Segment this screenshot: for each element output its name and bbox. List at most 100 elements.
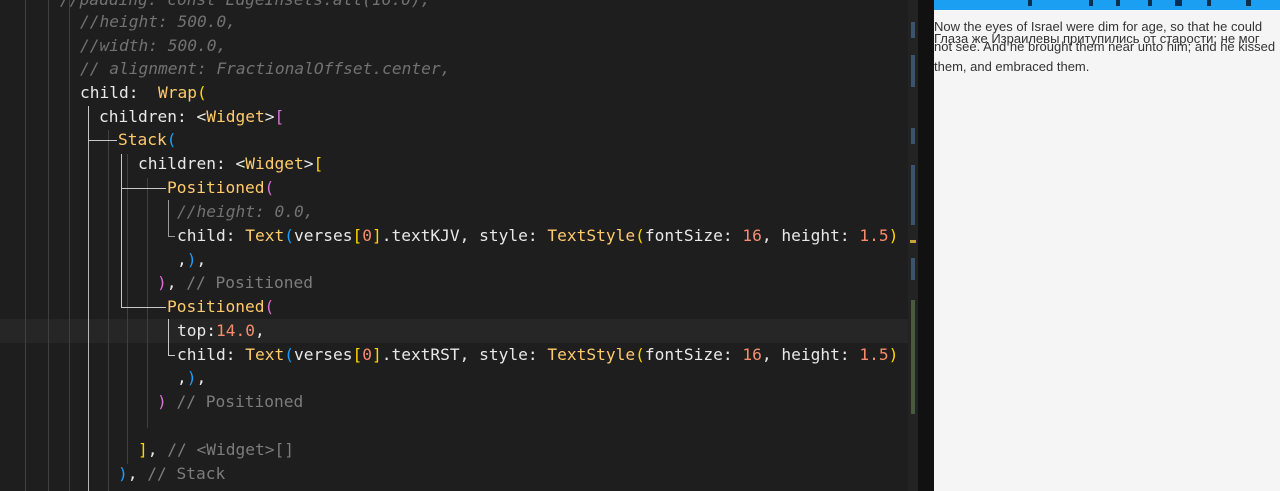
- code-token: ): [157, 273, 167, 292]
- code-editor[interactable]: //padding: const EdgeInsets.all(16.0), /…: [0, 0, 918, 491]
- code-token: 0: [362, 226, 372, 245]
- code-line[interactable]: Positioned(: [167, 176, 274, 200]
- code-line[interactable]: children: <Widget>[: [99, 105, 284, 129]
- app-bar-icon[interactable]: [1175, 0, 1182, 6]
- code-line[interactable]: child: Wrap(: [80, 81, 207, 105]
- code-line[interactable]: // alignment: FractionalOffset.center,: [80, 57, 450, 81]
- code-token: (: [264, 297, 275, 316]
- code-token: [: [352, 345, 363, 364]
- code-token: style:: [479, 226, 538, 245]
- code-token: (: [166, 130, 177, 149]
- code-token: [: [274, 107, 285, 126]
- code-token: fontSize:: [644, 345, 733, 364]
- code-token: (: [635, 345, 645, 364]
- code-token: (: [284, 226, 294, 245]
- code-token: ): [186, 250, 197, 269]
- app-bar: [934, 0, 1280, 10]
- code-line[interactable]: //height: 500.0,: [80, 10, 236, 34]
- code-token: //height: 500.0,: [80, 12, 236, 31]
- app-bar-icon[interactable]: [1028, 0, 1032, 6]
- code-token: ,: [147, 440, 168, 459]
- code-token: ,: [761, 345, 782, 364]
- code-token: Text: [245, 345, 285, 364]
- code-line[interactable]: ], // <Widget>[]: [138, 438, 294, 462]
- app-bar-icon[interactable]: [1089, 0, 1093, 6]
- scrollbar-change-marker: [911, 165, 915, 225]
- code-line[interactable]: Stack(: [118, 128, 176, 152]
- code-token: [: [352, 226, 363, 245]
- panel-divider[interactable]: [918, 0, 934, 491]
- code-line[interactable]: ,),: [177, 248, 206, 272]
- indent-guide-active: [88, 106, 89, 491]
- code-token: ): [157, 392, 167, 411]
- code-token: top:: [177, 321, 216, 340]
- app-bar-icon[interactable]: [1207, 0, 1211, 6]
- code-token: // Stack: [147, 464, 226, 483]
- scrollbar-warning-marker: [910, 240, 916, 243]
- code-line[interactable]: //height: 0.0,: [177, 200, 313, 224]
- code-token: <: [225, 154, 246, 173]
- app-bar-icon[interactable]: [1116, 0, 1120, 6]
- code-token: verses: [293, 226, 353, 245]
- code-token: Positioned: [167, 178, 265, 197]
- code-token: ]: [138, 440, 148, 459]
- code-token: .textKJV,: [381, 226, 480, 245]
- code-token: //height: 0.0,: [177, 202, 314, 221]
- code-token: TextStyle: [547, 226, 636, 245]
- code-token: // <Widget>[]: [167, 440, 294, 459]
- code-token: // Positioned: [186, 273, 313, 292]
- code-token: 16: [742, 226, 762, 245]
- indent-guide: [69, 0, 70, 491]
- code-token: verses: [293, 345, 353, 364]
- scrollbar-change-marker: [911, 128, 915, 144]
- scrollbar-change-marker: [911, 22, 915, 38]
- code-token: 1.5: [859, 345, 889, 364]
- code-token: (: [284, 345, 294, 364]
- code-token: ,: [196, 368, 207, 387]
- code-token: Wrap: [157, 83, 197, 102]
- code-token: ]: [371, 226, 382, 245]
- code-token: ,: [177, 250, 187, 269]
- code-token: Widget: [245, 154, 304, 173]
- code-line[interactable]: //width: 500.0,: [80, 34, 226, 58]
- code-token: Stack: [118, 130, 167, 149]
- indent-guide: [108, 130, 109, 491]
- code-line[interactable]: ), // Positioned: [157, 271, 313, 295]
- app-bar-icon[interactable]: [1246, 0, 1251, 6]
- app-bar-icon[interactable]: [1148, 0, 1152, 6]
- code-token: 1.5: [859, 226, 889, 245]
- code-token: ,: [166, 273, 187, 292]
- code-token: ): [118, 464, 128, 483]
- scrollbar-change-marker: [911, 258, 915, 280]
- code-token: child:: [177, 226, 236, 245]
- code-token: (: [264, 178, 275, 197]
- code-line[interactable]: ) // Positioned: [157, 390, 303, 414]
- code-line[interactable]: ,),: [177, 366, 206, 390]
- code-token: children:: [99, 107, 187, 126]
- code-line[interactable]: ), // Stack: [118, 462, 225, 486]
- scrollbar-change-marker: [911, 300, 915, 414]
- code-token: TextStyle: [547, 345, 636, 364]
- code-token: (: [635, 226, 645, 245]
- code-token: 14.0: [215, 321, 255, 340]
- code-token: Widget: [206, 107, 265, 126]
- code-token: ): [888, 345, 899, 364]
- indent-guide: [48, 0, 49, 491]
- code-line[interactable]: children: <Widget>[: [138, 152, 323, 176]
- editor-scrollbar[interactable]: [908, 0, 918, 491]
- code-token: //width: 500.0,: [80, 36, 227, 55]
- code-token: //padding: const EdgeInsets.all(16.0),: [60, 0, 430, 9]
- code-line[interactable]: child: Text(verses[0].textRST, style: Te…: [177, 343, 898, 367]
- code-token: height:: [781, 226, 850, 245]
- widget-tree-connector: [168, 200, 175, 237]
- code-line[interactable]: top:14.0,: [177, 319, 265, 343]
- code-line[interactable]: child: Text(verses[0].textKJV, style: Te…: [177, 224, 898, 248]
- code-line[interactable]: Positioned(: [167, 295, 274, 319]
- code-token: ,: [254, 321, 265, 340]
- code-token: ,: [127, 464, 148, 483]
